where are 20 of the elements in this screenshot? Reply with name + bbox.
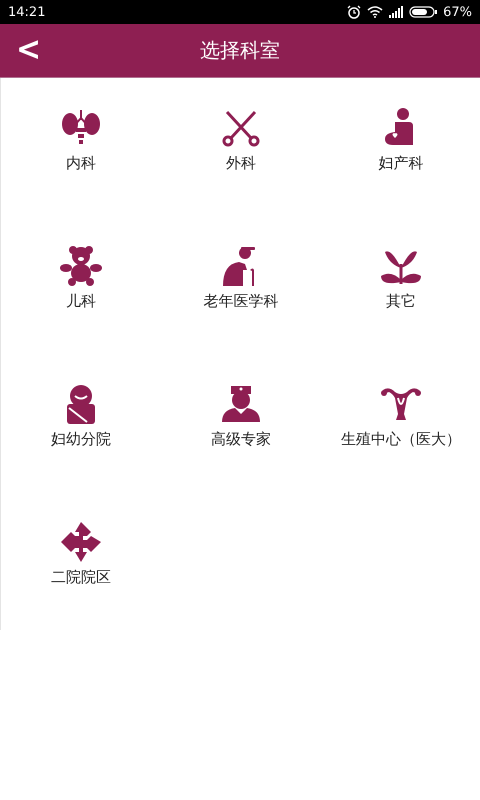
department-item[interactable]: 内科: [66, 154, 96, 173]
page-title: 选择科室: [200, 37, 280, 64]
wifi-icon: [367, 6, 384, 18]
department-item[interactable]: 老年医学科: [204, 292, 278, 311]
teddy-bear-icon: [59, 246, 103, 286]
department-item[interactable]: 生殖中心（医大）: [341, 430, 461, 449]
department-item[interactable]: 外科: [226, 154, 256, 173]
department-item[interactable]: 妇产科: [378, 154, 424, 173]
department-item[interactable]: 妇幼分院: [51, 430, 111, 449]
battery-icon: [409, 6, 438, 18]
department-item[interactable]: 其它: [386, 292, 416, 311]
status-time: 14:21: [8, 4, 46, 20]
doctor-icon: [219, 384, 263, 424]
battery-percent: 67%: [443, 4, 472, 20]
department-item[interactable]: 高级专家: [211, 430, 271, 449]
department-item[interactable]: 二院院区: [51, 568, 111, 587]
back-button[interactable]: <: [10, 30, 48, 70]
signal-icon: [389, 6, 404, 18]
department-item[interactable]: 儿科: [66, 292, 96, 311]
alarm-icon: [347, 5, 362, 19]
